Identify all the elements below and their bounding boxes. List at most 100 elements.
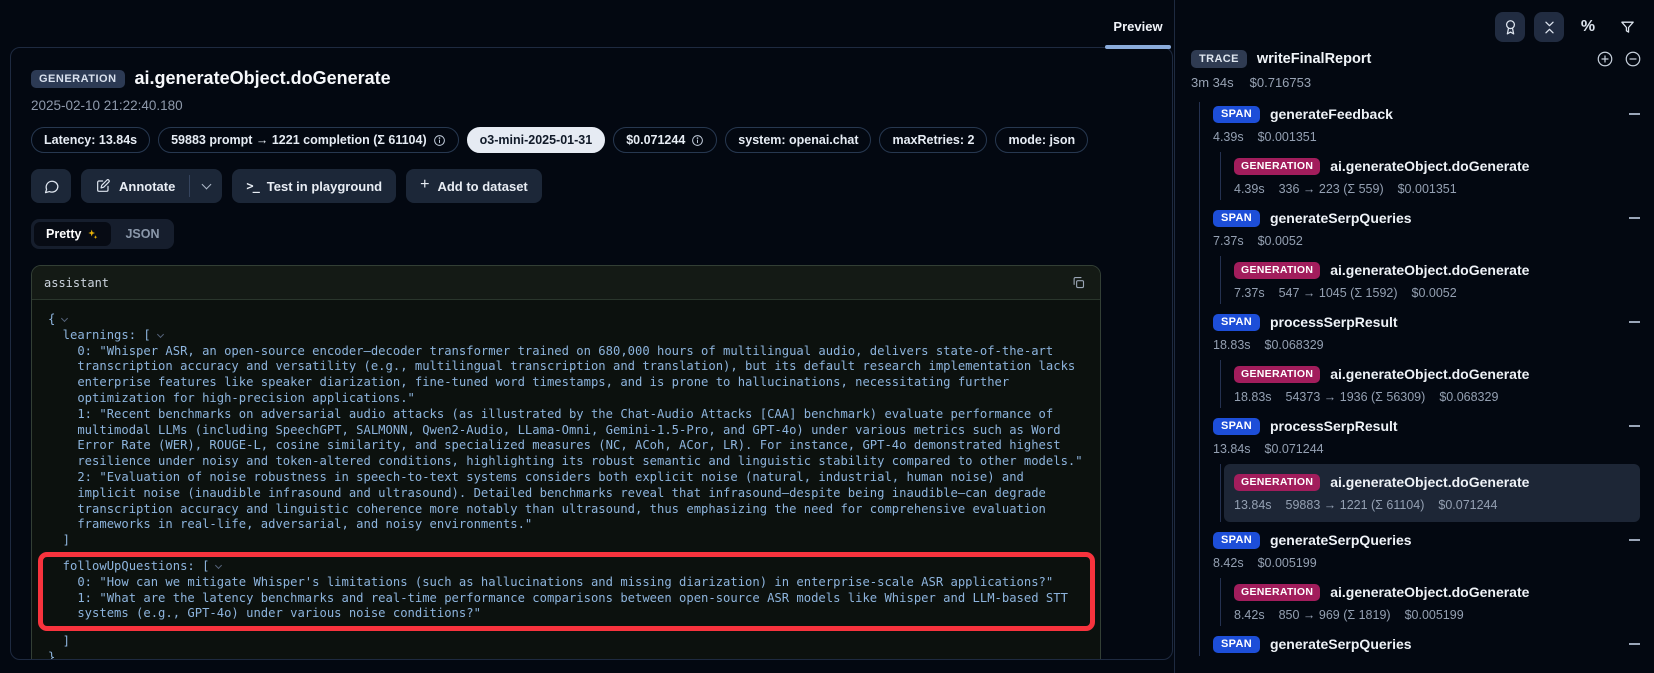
trace-header[interactable]: TRACE writeFinalReport 3m 34s $0.716753: [1191, 50, 1642, 90]
observation-preview-area: Preview GENERATION ai.generateObject.doG…: [0, 0, 1174, 673]
node-cost: $0.005199: [1258, 556, 1317, 570]
tree-node-generate-serp-queries[interactable]: SPAN generateSerpQueries 8.42s $0.005199…: [1213, 528, 1642, 626]
copy-button[interactable]: [1069, 273, 1088, 292]
learning-item: 2:"Evaluation of noise robustness in spe…: [48, 470, 1084, 533]
token-usage-pill-label: 59883 prompt → 1221 completion (Σ 61104): [171, 133, 427, 147]
collapse-node-icon[interactable]: [1629, 425, 1640, 427]
model-pill[interactable]: o3-mini-2025-01-31: [467, 127, 606, 153]
span-badge: SPAN: [1213, 532, 1260, 549]
token-usage-pill: 59883 prompt → 1221 completion (Σ 61104): [158, 127, 459, 153]
copy-icon: [1071, 275, 1086, 290]
percent-icon: %: [1581, 18, 1595, 36]
item-index: 0:: [77, 344, 92, 358]
followups-key: followUpQuestions: [: [63, 559, 210, 573]
annotate-button[interactable]: Annotate: [81, 169, 189, 203]
generation-badge: GENERATION: [1234, 584, 1320, 601]
node-duration: 7.37s: [1213, 234, 1244, 248]
trace-badge: TRACE: [1191, 50, 1247, 68]
trace-tree-sidebar: % TRACE writeFinalReport 3m 3: [1174, 0, 1654, 673]
collapse-caret-icon[interactable]: [61, 315, 68, 322]
tree-node-generation[interactable]: GENERATION ai.generateObject.doGenerate …: [1234, 152, 1642, 200]
format-tabs: Pretty JSON: [31, 219, 174, 249]
generation-badge: GENERATION: [1234, 262, 1320, 279]
collapse-node-icon[interactable]: [1629, 539, 1640, 541]
annotation-scores-button[interactable]: [1495, 12, 1525, 42]
tab-preview-label: Preview: [1113, 19, 1162, 34]
toggle-metrics-button[interactable]: %: [1573, 12, 1603, 42]
item-text: "Recent benchmarks on adversarial audio …: [77, 407, 1082, 468]
cost-pill: $0.071244: [613, 127, 717, 153]
tab-pretty-label: Pretty: [46, 227, 81, 241]
comment-icon: [43, 178, 60, 195]
tree-node-generation-selected[interactable]: GENERATION ai.generateObject.doGenerate …: [1224, 464, 1640, 522]
collapse-node-icon[interactable]: [1629, 321, 1640, 323]
zoom-out-button[interactable]: [1624, 50, 1642, 68]
annotation-highlight-box: followUpQuestions: [ 0:"How can we mitig…: [38, 552, 1095, 631]
tree-node-process-serp-result[interactable]: SPAN processSerpResult 18.83s $0.068329 …: [1213, 310, 1642, 408]
terminal-icon: >_: [246, 179, 258, 193]
tab-json[interactable]: JSON: [113, 222, 171, 246]
collapse-node-icon[interactable]: [1629, 113, 1640, 115]
filter-button[interactable]: [1612, 12, 1642, 42]
json-close-brace: }: [48, 650, 1084, 660]
collapse-all-button[interactable]: [1534, 12, 1564, 42]
learning-item: 0:"Whisper ASR, an open-source encoder–d…: [48, 344, 1084, 407]
model-pill-label: o3-mini-2025-01-31: [480, 133, 593, 147]
test-in-playground-button[interactable]: >_ Test in playground: [232, 169, 396, 203]
node-title: generateSerpQueries: [1270, 532, 1412, 548]
json-learnings-key: learnings: [: [48, 328, 1084, 344]
annotate-dropdown-button[interactable]: [190, 169, 222, 203]
assistant-message-card: assistant { learnings: [ 0:"Whisper ASR,…: [31, 265, 1101, 660]
trace-tree: SPAN generateFeedback 4.39s $0.001351 GE…: [1199, 102, 1642, 656]
item-text: "Whisper ASR, an open-source encoder–dec…: [77, 344, 1075, 405]
tree-node-generate-serp-queries[interactable]: SPAN generateSerpQueries 7.37s $0.0052 G…: [1213, 206, 1642, 304]
tree-node-process-serp-result[interactable]: SPAN processSerpResult 13.84s $0.071244 …: [1213, 414, 1642, 522]
annotate-label: Annotate: [119, 179, 175, 194]
action-toolbar: Annotate >_ Test in playground + Add to …: [31, 169, 1172, 203]
zoom-in-button[interactable]: [1596, 50, 1614, 68]
latency-pill-label: Latency: 13.84s: [44, 133, 137, 147]
tree-node-generation[interactable]: GENERATION ai.generateObject.doGenerate …: [1234, 360, 1642, 408]
annotate-icon: [95, 178, 111, 194]
node-duration: 8.42s: [1234, 608, 1265, 622]
tree-node-generate-serp-queries[interactable]: SPAN generateSerpQueries: [1213, 632, 1642, 656]
latency-pill: Latency: 13.84s: [31, 127, 150, 153]
info-icon: [691, 134, 704, 147]
node-title: ai.generateObject.doGenerate: [1330, 584, 1529, 600]
tree-node-generate-feedback[interactable]: SPAN generateFeedback 4.39s $0.001351 GE…: [1213, 102, 1642, 200]
minus-circle-icon: [1624, 50, 1642, 68]
node-cost: $0.071244: [1265, 442, 1324, 456]
add-to-dataset-label: Add to dataset: [437, 179, 527, 194]
collapse-caret-icon[interactable]: [215, 562, 222, 569]
observation-detail-panel: GENERATION ai.generateObject.doGenerate …: [10, 47, 1173, 660]
metadata-pills: Latency: 13.84s 59883 prompt → 1221 comp…: [31, 127, 1172, 153]
node-title: processSerpResult: [1270, 314, 1398, 330]
tab-pretty[interactable]: Pretty: [34, 222, 111, 246]
node-tokens: 54373 → 1936 (Σ 56309): [1286, 390, 1426, 404]
node-tokens: 850 → 969 (Σ 1819): [1279, 608, 1391, 622]
tab-json-label: JSON: [125, 227, 159, 241]
learning-item: 1:"Recent benchmarks on adversarial audi…: [48, 407, 1084, 470]
tree-node-generation[interactable]: GENERATION ai.generateObject.doGenerate …: [1234, 256, 1642, 304]
test-in-playground-label: Test in playground: [267, 179, 382, 194]
tree-node-generation[interactable]: GENERATION ai.generateObject.doGenerate …: [1234, 578, 1642, 626]
collapse-node-icon[interactable]: [1629, 643, 1640, 645]
plus-icon: +: [420, 176, 429, 194]
collapse-node-icon[interactable]: [1629, 217, 1640, 219]
node-title: ai.generateObject.doGenerate: [1330, 474, 1529, 490]
collapse-caret-icon[interactable]: [157, 331, 164, 338]
comment-button[interactable]: [31, 169, 71, 203]
node-cost: $0.071244: [1438, 498, 1497, 512]
node-cost: $0.0052: [1258, 234, 1303, 248]
json-learnings-close: ]: [48, 533, 1084, 549]
json-followups-key: followUpQuestions: [: [48, 559, 1089, 575]
add-to-dataset-button[interactable]: + Add to dataset: [406, 169, 542, 203]
node-title: generateFeedback: [1270, 106, 1393, 122]
chevron-down-icon: [201, 180, 211, 190]
tab-preview[interactable]: Preview: [1105, 19, 1171, 34]
observation-title: ai.generateObject.doGenerate: [135, 68, 391, 89]
open-brace: {: [48, 312, 55, 326]
collapse-vertical-icon: [1541, 19, 1558, 36]
span-badge: SPAN: [1213, 418, 1260, 435]
node-duration: 4.39s: [1213, 130, 1244, 144]
